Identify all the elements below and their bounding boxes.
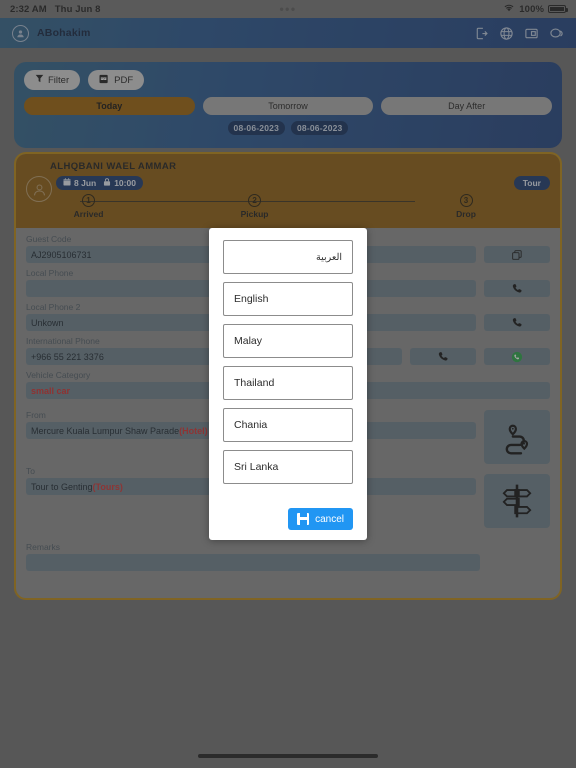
home-indicator[interactable]: [198, 754, 378, 758]
lang-option-chania[interactable]: Chania: [223, 408, 353, 442]
screen-root: 2:32 AM Thu Jun 8 ••• 100% ABohakim Filt…: [0, 0, 576, 768]
lang-option-english[interactable]: English: [223, 282, 353, 316]
lang-option-thailand[interactable]: Thailand: [223, 366, 353, 400]
lang-option-sri-lanka[interactable]: Sri Lanka: [223, 450, 353, 484]
cancel-button[interactable]: cancel: [288, 508, 353, 530]
cancel-button-label: cancel: [315, 513, 344, 525]
lang-option-arabic[interactable]: العربية: [223, 240, 353, 274]
language-selection-modal: العربية English Malay Thailand Chania Sr…: [209, 228, 367, 540]
save-disk-icon: [297, 513, 310, 525]
lang-option-malay[interactable]: Malay: [223, 324, 353, 358]
modal-actions: cancel: [223, 508, 353, 530]
